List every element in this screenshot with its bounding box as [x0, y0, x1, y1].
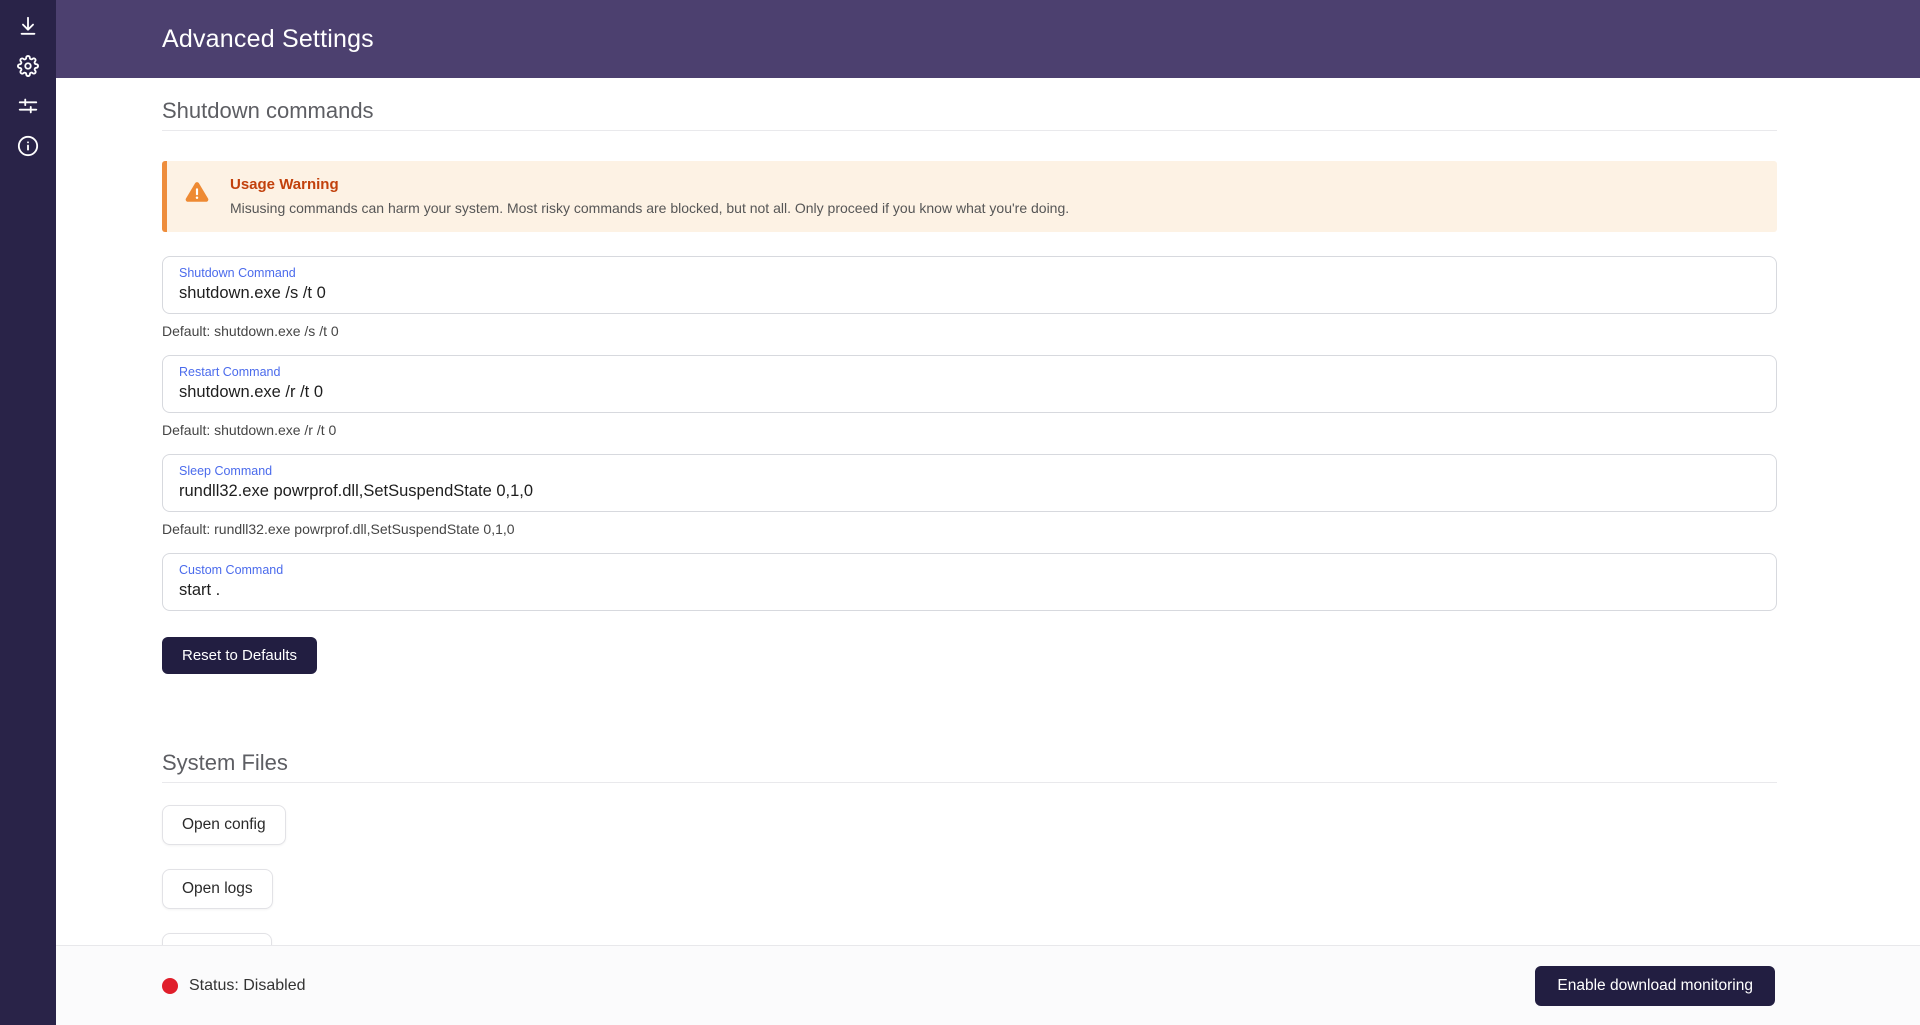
custom-command-label: Custom Command: [179, 563, 1760, 577]
custom-command-input[interactable]: [179, 581, 1760, 600]
download-icon: [17, 15, 39, 40]
info-icon: [17, 135, 39, 160]
restart-command-label: Restart Command: [179, 365, 1760, 379]
sidebar-item-settings[interactable]: [16, 55, 40, 79]
usage-warning-banner: Usage Warning Misusing commands can harm…: [162, 161, 1777, 232]
shutdown-command-input[interactable]: [179, 284, 1760, 303]
restart-command-field[interactable]: Restart Command: [162, 355, 1777, 413]
shutdown-command-field[interactable]: Shutdown Command: [162, 256, 1777, 314]
sidebar-item-advanced[interactable]: [16, 95, 40, 119]
open-logs-button[interactable]: Open logs: [162, 869, 273, 909]
status-dot: [162, 978, 178, 994]
sliders-icon: [17, 95, 39, 120]
monitoring-status: Status: Disabled: [162, 977, 306, 995]
restart-command-default-text: Default: shutdown.exe /r /t 0: [162, 422, 1777, 438]
page-title: Advanced Settings: [162, 25, 374, 54]
sleep-command-input[interactable]: [179, 482, 1760, 501]
shutdown-command-default-text: Default: shutdown.exe /s /t 0: [162, 323, 1777, 339]
gear-icon: [17, 55, 39, 80]
custom-command-field[interactable]: Custom Command: [162, 553, 1777, 611]
section-heading-system-files: System Files: [162, 730, 1777, 783]
sleep-command-default-text: Default: rundll32.exe powrprof.dll,SetSu…: [162, 521, 1777, 537]
reset-to-defaults-button[interactable]: Reset to Defaults: [162, 637, 317, 674]
warning-message: Misusing commands can harm your system. …: [230, 200, 1069, 216]
sleep-command-field[interactable]: Sleep Command: [162, 454, 1777, 512]
sidebar: [0, 0, 56, 1025]
sidebar-item-downloads[interactable]: [16, 15, 40, 39]
warning-title: Usage Warning: [230, 176, 1069, 193]
sleep-command-label: Sleep Command: [179, 464, 1760, 478]
restart-command-input[interactable]: [179, 383, 1760, 402]
shutdown-command-label: Shutdown Command: [179, 266, 1760, 280]
page-header: Advanced Settings: [56, 0, 1920, 78]
open-config-button[interactable]: Open config: [162, 805, 286, 845]
clear-logs-button[interactable]: Clear logs: [162, 933, 272, 945]
sidebar-item-about[interactable]: [16, 135, 40, 159]
enable-download-monitoring-button[interactable]: Enable download monitoring: [1535, 966, 1775, 1006]
warning-triangle-icon: [184, 179, 210, 210]
status-text: Status: Disabled: [189, 977, 306, 995]
main-content: Shutdown commands Usage Warning Misusing…: [56, 78, 1920, 945]
section-heading-shutdown-commands: Shutdown commands: [162, 78, 1777, 131]
status-bar: Status: Disabled Enable download monitor…: [56, 945, 1920, 1025]
